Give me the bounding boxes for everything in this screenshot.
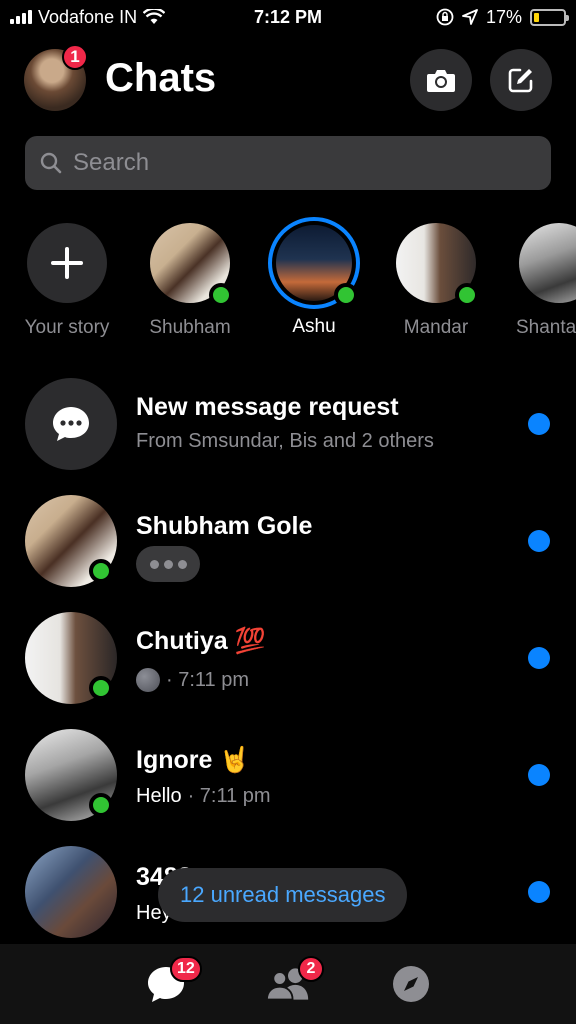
header: 1 Chats	[0, 34, 576, 129]
typing-bubble	[136, 546, 200, 582]
story-label: Your story	[24, 317, 110, 338]
search-icon	[40, 152, 62, 174]
chat-subtitle: Hello · 7:11 pm	[136, 785, 271, 808]
typing-indicator	[136, 546, 200, 582]
page-title: Chats	[105, 56, 217, 100]
compose-button[interactable]	[490, 49, 552, 111]
story-label: Shubham	[149, 317, 231, 338]
chat-name: Shubham Gole	[136, 512, 313, 540]
unread-indicator	[528, 764, 550, 786]
chat-name-text: Ignore	[136, 746, 213, 774]
search-input[interactable]: Search	[25, 136, 551, 190]
chat-time: · 7:11 pm	[166, 668, 249, 691]
online-indicator	[455, 283, 479, 307]
moon-emoji-icon	[136, 668, 160, 692]
online-indicator	[89, 559, 113, 583]
avatar	[25, 846, 117, 938]
rotation-lock-icon	[436, 8, 454, 26]
chat-row-chutiya[interactable]: Chutiya 💯 · 7:11 pm	[0, 607, 576, 707]
tab-discover[interactable]	[389, 962, 433, 1006]
wifi-icon	[143, 9, 166, 24]
chat-last-message: Hello	[136, 785, 182, 807]
unread-messages-pill[interactable]: 12 unread messages	[158, 868, 408, 922]
signal-icon	[10, 10, 32, 24]
status-bar: Vodafone IN 7:12 PM 17%	[0, 0, 576, 34]
battery-percent: 17%	[485, 6, 522, 27]
story-your-story[interactable]: Your story	[5, 222, 129, 339]
chat-name: Ignore 🤘	[136, 746, 251, 775]
profile-badge: 1	[62, 44, 88, 70]
camera-button[interactable]	[410, 49, 472, 111]
tab-chats[interactable]: 12	[144, 956, 202, 1006]
hundred-emoji-icon: 💯	[234, 627, 266, 655]
chat-bubble-icon	[53, 407, 89, 441]
battery-icon	[530, 8, 569, 26]
message-request-row[interactable]: New message request From Smsundar, Bis a…	[0, 373, 576, 473]
search-placeholder: Search	[73, 149, 150, 176]
online-indicator	[209, 283, 233, 307]
online-indicator	[89, 676, 113, 700]
story-label: Ashu	[292, 316, 336, 337]
story-shubham[interactable]: Shubham	[128, 222, 252, 339]
rock-hand-emoji-icon: 🤘	[219, 746, 251, 774]
add-story-button[interactable]	[27, 223, 107, 303]
story-ashu[interactable]: Ashu	[252, 217, 376, 338]
avatar	[519, 223, 576, 303]
battery-fill	[534, 12, 539, 22]
plus-icon	[51, 247, 83, 279]
tab-people[interactable]: 2	[266, 956, 324, 1006]
chat-subtitle: · 7:11 pm	[136, 668, 249, 692]
chats-badge: 12	[170, 956, 202, 982]
online-indicator	[89, 793, 113, 817]
camera-icon	[427, 70, 455, 92]
story-mandar[interactable]: Mandar	[374, 222, 498, 339]
chat-name: Chutiya 💯	[136, 627, 266, 656]
story-shanta[interactable]: Shanta	[498, 222, 576, 339]
chat-subtitle: From Smsundar, Bis and 2 others	[136, 430, 434, 452]
unread-indicator	[528, 647, 550, 669]
carrier-name: Vodafone IN	[38, 6, 138, 27]
message-request-avatar	[25, 378, 117, 470]
location-icon	[462, 9, 478, 25]
unread-indicator	[528, 413, 550, 435]
chat-name: New message request	[136, 393, 399, 421]
chat-name-text: Chutiya	[136, 627, 228, 655]
story-label: Mandar	[403, 317, 469, 338]
chat-row-shubham-gole[interactable]: Shubham Gole	[0, 490, 576, 590]
unread-indicator	[528, 530, 550, 552]
online-indicator	[334, 283, 358, 307]
chat-time: · 7:11 pm	[187, 785, 271, 807]
stories-row: Your story Shubham Ashu Mandar Shanta	[0, 217, 576, 352]
unread-indicator	[528, 881, 550, 903]
compose-icon	[508, 68, 533, 93]
compass-icon	[393, 966, 429, 1002]
tab-bar: 12 2	[0, 944, 576, 1024]
chat-row-ignore[interactable]: Ignore 🤘 Hello · 7:11 pm	[0, 724, 576, 824]
people-badge: 2	[298, 956, 324, 982]
story-label: Shanta	[516, 317, 576, 338]
